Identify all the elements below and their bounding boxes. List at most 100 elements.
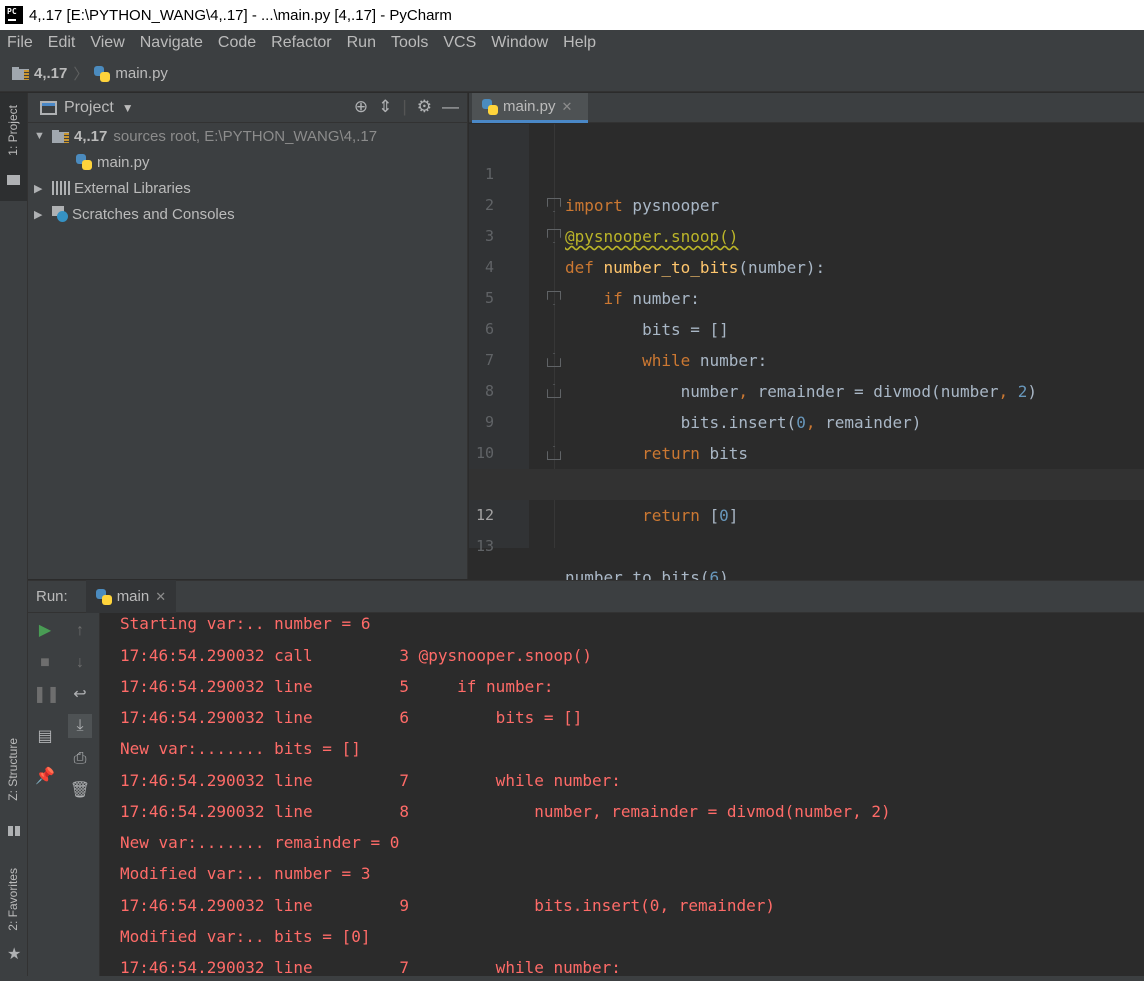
- breadcrumb: 4,.17 〉 main.py: [0, 56, 1144, 92]
- play-icon[interactable]: ▶: [33, 619, 57, 643]
- console-line: Modified var:.. number = 3: [120, 864, 371, 883]
- tab-project[interactable]: 1: Project: [0, 93, 27, 201]
- code-line[interactable]: 13 number_to_bits(6): [469, 500, 1144, 587]
- project-folder-icon: [7, 175, 20, 185]
- code-line[interactable]: 10 else:: [469, 407, 1144, 494]
- collapsed-arrow-icon[interactable]: ▶: [34, 208, 48, 221]
- crosshair-icon[interactable]: ⊕: [354, 97, 368, 117]
- close-icon[interactable]: ✕: [155, 589, 166, 605]
- scratches-icon: [52, 206, 68, 222]
- console-line: 17:46:54.290032 line 7 while number:: [120, 771, 621, 790]
- tree-file-label: main.py: [97, 153, 150, 171]
- menu-file[interactable]: File: [7, 34, 33, 52]
- tree-scratches-label: Scratches and Consoles: [72, 205, 235, 223]
- run-label: Run:: [36, 588, 68, 605]
- code-line[interactable]: 6 while number:: [469, 283, 1144, 370]
- title-bar: PC 4,.17 [E:\PYTHON_WANG\4,.17] - ...\ma…: [0, 0, 1144, 30]
- current-code-line[interactable]: 12: [469, 469, 1144, 524]
- scroll-to-end-icon[interactable]: ⤓: [68, 714, 92, 738]
- gear-icon[interactable]: ⚙: [417, 97, 432, 117]
- code-line[interactable]: 1 import pysnooper: [469, 128, 1144, 215]
- close-icon[interactable]: ✕: [562, 99, 573, 115]
- console-line: Starting var:.. number = 6: [120, 614, 371, 633]
- collapsed-arrow-icon[interactable]: ▶: [34, 182, 48, 195]
- pycharm-logo-icon: PC: [5, 6, 23, 24]
- stop-icon[interactable]: ■: [33, 651, 57, 675]
- project-view-icon: [40, 100, 57, 115]
- code-line[interactable]: 7 number, remainder = divmod(number, 2): [469, 314, 1144, 401]
- console-line: New var:....... remainder = 0: [120, 833, 400, 852]
- breadcrumb-file[interactable]: main.py: [115, 65, 168, 82]
- tab-main-py[interactable]: main.py ✕: [472, 93, 588, 123]
- run-tab-main[interactable]: main ✕: [85, 580, 177, 613]
- expanded-arrow-icon[interactable]: ▼: [34, 130, 48, 142]
- menu-bar: File Edit View Navigate Code Refactor Ru…: [0, 30, 1144, 56]
- run-console[interactable]: Starting var:.. number = 6 17:46:54.2900…: [100, 613, 1144, 981]
- menu-view[interactable]: View: [90, 34, 124, 52]
- code-editor[interactable]: 1 import pysnooper 2 @pysnooper.snoop() …: [469, 124, 1144, 587]
- console-line: 17:46:54.290032 line 8 number, remainder…: [120, 802, 891, 821]
- tab-favorites[interactable]: 2: Favorites: [0, 868, 27, 948]
- arrow-up-icon[interactable]: ↑: [68, 619, 92, 643]
- menu-edit[interactable]: Edit: [48, 34, 76, 52]
- project-panel-title[interactable]: Project: [64, 99, 114, 117]
- pause-icon[interactable]: ❚❚: [33, 683, 60, 707]
- folder-icon: [52, 129, 69, 143]
- python-file-icon: [95, 588, 112, 605]
- pin-icon[interactable]: 📌: [33, 765, 57, 789]
- menu-run[interactable]: Run: [347, 34, 376, 52]
- python-file-icon: [94, 65, 111, 82]
- tree-external-libraries[interactable]: ▶ External Libraries: [28, 175, 467, 201]
- code-line[interactable]: 11 return [0]: [469, 438, 1144, 525]
- tab-structure[interactable]: Z: Structure: [0, 738, 27, 838]
- python-file-icon: [482, 98, 498, 115]
- tree-root[interactable]: ▼ 4,.17 sources root, E:\PYTHON_WANG\4,.…: [28, 123, 467, 149]
- run-tab-label: main: [116, 588, 150, 605]
- code-line[interactable]: 4 if number:: [469, 221, 1144, 308]
- menu-navigate[interactable]: Navigate: [140, 34, 203, 52]
- print-icon[interactable]: ⎙: [68, 747, 92, 771]
- console-line: 17:46:54.290032 line 5 if number:: [120, 677, 554, 696]
- toolbar-divider: |: [402, 97, 407, 116]
- tab-structure-label: Z: Structure: [6, 738, 20, 801]
- menu-window[interactable]: Window: [491, 34, 548, 52]
- menu-tools[interactable]: Tools: [391, 34, 428, 52]
- console-line: New var:....... bits = []: [120, 739, 361, 758]
- line-number: 13: [475, 537, 494, 555]
- editor-tab-bar: main.py ✕: [469, 93, 1144, 123]
- arrow-down-icon[interactable]: ↓: [68, 651, 92, 675]
- tab-project-label: 1: Project: [6, 105, 20, 156]
- code-line[interactable]: 3 def number_to_bits(number):: [469, 190, 1144, 277]
- tree-file-main[interactable]: main.py: [28, 149, 467, 175]
- layout-icon[interactable]: ▤: [33, 725, 57, 749]
- left-tool-stripe: 1: Project Z: Structure 2: Favorites ★: [0, 93, 28, 981]
- folder-icon: [12, 67, 29, 80]
- run-toolbar: ▶ ■ ❚❚ ▤ 📌 ↑ ↓ ↩ ⤓ ⎙ 🗑: [28, 613, 100, 981]
- menu-help[interactable]: Help: [563, 34, 596, 52]
- menu-code[interactable]: Code: [218, 34, 256, 52]
- code-line[interactable]: 9 return bits: [469, 376, 1144, 463]
- collapse-all-icon[interactable]: ⇕: [378, 97, 392, 117]
- breadcrumb-project[interactable]: 4,.17: [34, 65, 67, 82]
- chevron-down-icon[interactable]: ▼: [122, 101, 134, 115]
- breadcrumb-separator-icon: 〉: [73, 66, 89, 83]
- code-line[interactable]: 8 bits.insert(0, remainder): [469, 345, 1144, 432]
- project-panel-header: Project ▼ ⊕ ⇕ | ⚙ —: [28, 93, 467, 123]
- menu-refactor[interactable]: Refactor: [271, 34, 331, 52]
- minimize-icon[interactable]: —: [442, 97, 459, 117]
- tree-root-name: 4,.17: [74, 127, 108, 145]
- tree-external-libraries-label: External Libraries: [74, 179, 191, 197]
- console-line: 17:46:54.290032 line 9 bits.insert(0, re…: [120, 896, 776, 915]
- menu-vcs[interactable]: VCS: [443, 34, 476, 52]
- console-line: Modified var:.. bits = [0]: [120, 927, 371, 946]
- console-line: 17:46:54.290032 call 3 @pysnooper.snoop(…: [120, 646, 593, 665]
- code-line[interactable]: 5 bits = []: [469, 252, 1144, 339]
- tree-scratches[interactable]: ▶ Scratches and Consoles: [28, 201, 467, 227]
- status-bar: [0, 976, 1144, 981]
- console-line: 17:46:54.290032 line 6 bits = []: [120, 708, 583, 727]
- window-title: 4,.17 [E:\PYTHON_WANG\4,.17] - ...\main.…: [29, 6, 452, 24]
- wrap-icon[interactable]: ↩: [68, 683, 92, 707]
- library-icon: [52, 181, 70, 195]
- trash-icon[interactable]: 🗑: [68, 779, 92, 803]
- code-line[interactable]: 2 @pysnooper.snoop(): [469, 159, 1144, 246]
